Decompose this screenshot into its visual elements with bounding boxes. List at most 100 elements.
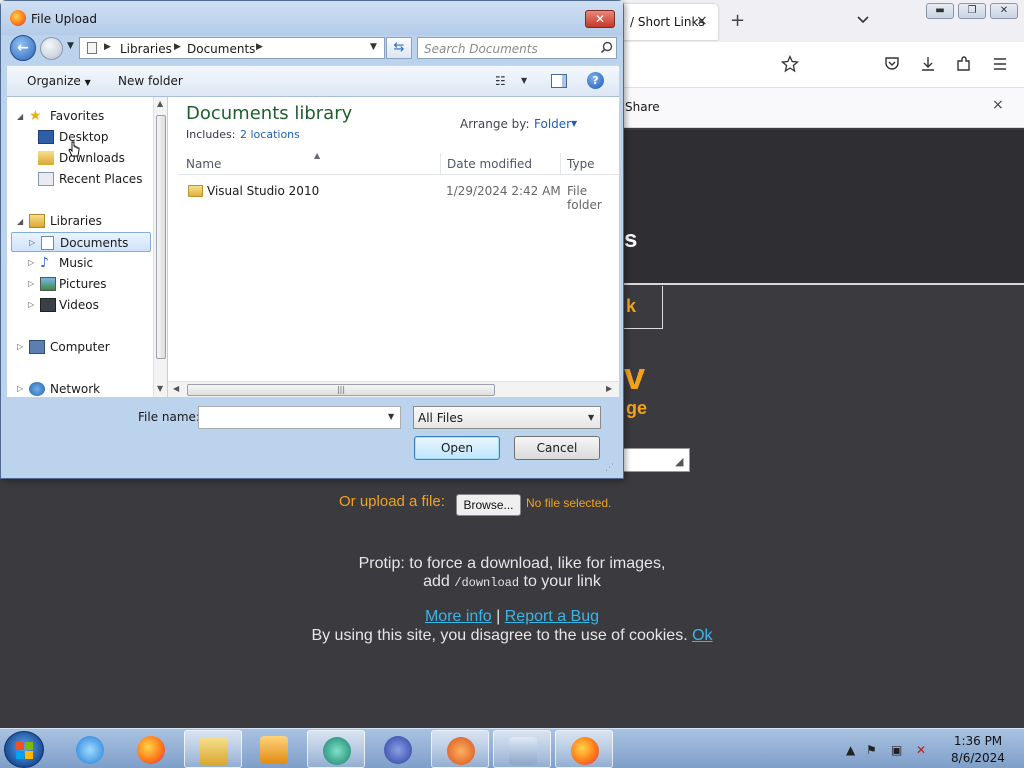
organize-button[interactable]: Organize ▼ — [27, 74, 91, 88]
nav-label: Documents — [60, 236, 129, 250]
action-center-flag-icon[interactable]: ⚑ — [866, 743, 877, 757]
nav-item-libraries[interactable]: Libraries — [29, 211, 149, 231]
nav-item-videos[interactable]: ▷ Videos — [11, 295, 151, 315]
downloads-icon[interactable] — [919, 55, 937, 73]
list-all-tabs-icon[interactable] — [855, 11, 871, 27]
nav-scrollbar[interactable]: ▲ ▼ — [153, 97, 167, 397]
tab-short-links[interactable]: / Short Links × — [612, 4, 718, 40]
taskbar-firefox[interactable] — [122, 730, 180, 768]
search-input[interactable]: Search Documents — [417, 37, 617, 59]
nav-item-computer[interactable]: Computer — [29, 337, 149, 357]
menu-icon[interactable] — [991, 55, 1009, 73]
clock-date[interactable]: 8/6/2024 — [940, 751, 1016, 765]
column-date-modified[interactable]: Date modified — [447, 157, 532, 171]
collapsed-triangle-icon[interactable]: ▷ — [17, 342, 23, 351]
breadcrumb-documents[interactable]: Documents — [187, 42, 255, 56]
column-divider[interactable] — [440, 153, 441, 175]
taskbar-app[interactable] — [307, 730, 365, 768]
nav-scroll-thumb[interactable] — [156, 115, 166, 359]
history-dropdown-icon[interactable]: ▼ — [67, 41, 74, 51]
taskbar-arch-app[interactable] — [431, 730, 489, 768]
network-tray-icon[interactable]: ▣ — [891, 743, 902, 757]
start-button[interactable] — [4, 731, 44, 768]
column-name[interactable]: Name — [186, 157, 221, 171]
scroll-right-icon[interactable]: ▶ — [606, 384, 612, 393]
collapsed-triangle-icon[interactable]: ▷ — [17, 384, 23, 393]
nav-item-desktop[interactable]: Desktop — [11, 127, 151, 147]
taskbar-firefox-active[interactable] — [555, 730, 613, 768]
h-scroll-thumb[interactable]: ||| — [187, 384, 495, 396]
cancel-button[interactable]: Cancel — [514, 436, 600, 460]
pocket-icon[interactable] — [883, 55, 901, 73]
breadcrumb-libraries[interactable]: Libraries — [120, 42, 172, 56]
more-info-link[interactable]: More info — [425, 608, 492, 625]
collapsed-triangle-icon[interactable]: ▷ — [28, 274, 34, 294]
expanded-triangle-icon[interactable]: ◢ — [17, 217, 23, 226]
recent-places-icon — [38, 172, 54, 186]
view-list-icon[interactable]: ☷ — [495, 74, 506, 88]
share-button[interactable]: Share — [625, 100, 660, 114]
address-dropdown-icon[interactable]: ▼ — [370, 42, 377, 52]
column-type[interactable]: Type — [567, 157, 595, 171]
taskbar-explorer[interactable] — [184, 730, 242, 768]
forward-arrow-icon[interactable] — [40, 37, 63, 60]
chevron-down-icon[interactable]: ▼ — [388, 412, 394, 421]
close-window-icon[interactable]: ✕ — [990, 3, 1018, 19]
clock-time[interactable]: 1:36 PM — [940, 734, 1016, 748]
minimize-icon[interactable]: ▬ — [926, 3, 954, 19]
list-item[interactable]: Visual Studio 2010 1/29/2024 2:42 AM Fil… — [178, 181, 619, 212]
extensions-icon[interactable] — [955, 55, 973, 73]
dialog-titlebar[interactable]: File Upload ✕ — [1, 1, 623, 35]
chevron-down-icon[interactable]: ▼ — [571, 119, 577, 128]
new-folder-button[interactable]: New folder — [118, 74, 183, 88]
show-hidden-icons-icon[interactable]: ▲ — [846, 743, 855, 757]
resize-grip-icon[interactable]: ◢ — [675, 455, 683, 468]
column-divider[interactable] — [560, 153, 561, 175]
nav-item-downloads[interactable]: Downloads — [11, 148, 151, 168]
open-button[interactable]: Open — [414, 436, 500, 460]
nav-item-network[interactable]: Network — [29, 379, 149, 399]
nav-item-favorites[interactable]: ★ Favorites — [29, 106, 149, 126]
view-dropdown-icon[interactable]: ▼ — [521, 76, 527, 85]
scroll-down-icon[interactable]: ▼ — [157, 384, 163, 393]
scroll-up-icon[interactable]: ▲ — [157, 99, 163, 108]
horizontal-scrollbar[interactable]: ◀ ||| ▶ — [168, 381, 619, 397]
arrange-by-select[interactable]: Folder — [534, 117, 571, 131]
bookmark-star-icon[interactable] — [781, 55, 799, 73]
volume-muted-icon[interactable]: ✕ — [916, 743, 926, 757]
taskbar-media[interactable] — [245, 730, 303, 768]
scroll-left-icon[interactable]: ◀ — [173, 384, 179, 393]
help-icon[interactable]: ? — [587, 72, 604, 89]
collapsed-triangle-icon[interactable]: ▷ — [28, 295, 34, 315]
address-bar[interactable]: ▶ Libraries ▶ Documents ▶ ▼ — [79, 37, 385, 59]
cookie-ok-link[interactable]: Ok — [692, 627, 712, 644]
locations-link[interactable]: 2 locations — [240, 128, 300, 141]
taskbar-tools[interactable] — [493, 730, 551, 768]
resize-grip-icon[interactable]: ⋰ — [605, 463, 614, 473]
new-tab-icon[interactable]: + — [730, 10, 745, 31]
chevron-right-icon[interactable]: ▶ — [256, 42, 263, 52]
expanded-triangle-icon[interactable]: ◢ — [17, 112, 23, 121]
refresh-icon[interactable]: ⇆ — [386, 37, 412, 59]
restore-icon[interactable]: ❐ — [958, 3, 986, 19]
notification-close-icon[interactable]: × — [992, 97, 1004, 113]
browse-button[interactable]: Browse... — [456, 494, 521, 516]
chevron-right-icon[interactable]: ▶ — [104, 42, 111, 52]
file-name-input[interactable]: ▼ — [198, 406, 401, 429]
file-type-select[interactable]: All Files ▼ — [413, 406, 601, 429]
collapsed-triangle-icon[interactable]: ▷ — [29, 233, 35, 253]
tab-close-icon[interactable]: × — [696, 13, 708, 29]
chevron-right-icon[interactable]: ▶ — [174, 42, 181, 52]
back-arrow-icon[interactable]: ← — [10, 35, 36, 61]
nav-item-documents[interactable]: ▷ Documents — [11, 232, 151, 252]
preview-pane-icon[interactable] — [551, 74, 567, 88]
nav-item-recent-places[interactable]: Recent Places — [11, 169, 151, 189]
search-icon[interactable] — [600, 41, 613, 54]
taskbar-ie[interactable] — [61, 730, 119, 768]
nav-item-pictures[interactable]: ▷ Pictures — [11, 274, 151, 294]
report-bug-link[interactable]: Report a Bug — [505, 608, 599, 625]
collapsed-triangle-icon[interactable]: ▷ — [28, 253, 34, 273]
taskbar-infinity-app[interactable] — [369, 730, 427, 768]
nav-item-music[interactable]: ▷ ♪ Music — [11, 253, 151, 273]
dialog-close-button[interactable]: ✕ — [585, 10, 615, 28]
